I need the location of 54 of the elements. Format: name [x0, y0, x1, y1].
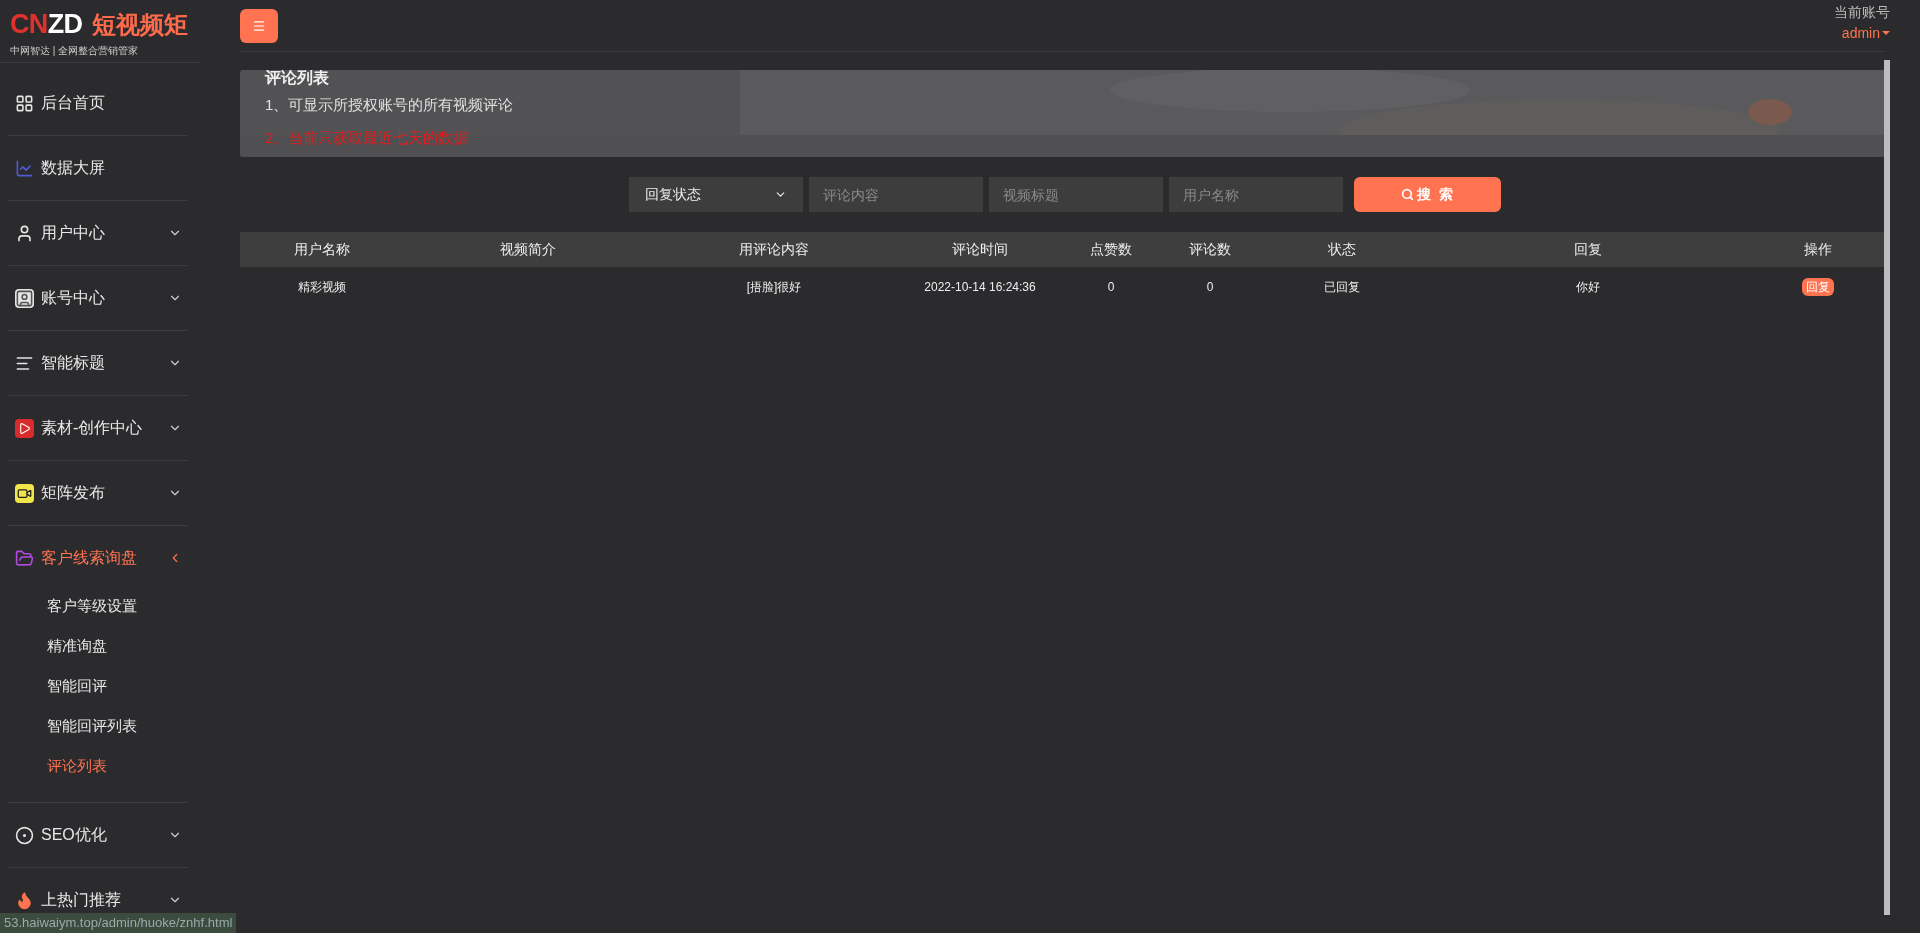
submenu-item[interactable]: 精准询盘 [8, 626, 188, 666]
grid-icon [15, 93, 34, 113]
column-header: 用户名称 [294, 240, 350, 259]
status-select[interactable]: 回复状态 [628, 177, 803, 212]
video-camera-icon [15, 483, 34, 503]
search-field[interactable]: 评论内容 [808, 177, 983, 212]
logo-mark: CNZD [10, 11, 83, 38]
table-cell-text: 已回复 [1324, 278, 1360, 296]
menu-button[interactable] [240, 8, 278, 43]
folder-icon [15, 548, 34, 568]
sidebar-item[interactable]: 用户中心 [8, 201, 188, 265]
submenu-item[interactable]: 智能回评 [8, 666, 188, 706]
circle-icon [15, 825, 34, 845]
sidebar-item[interactable]: 矩阵发布 [8, 461, 188, 525]
play-icon [15, 418, 34, 438]
status-url-tooltip: 53.haiwaiym.top/admin/huoke/znhf.html [0, 913, 237, 933]
column-header: 视频简介 [500, 240, 556, 259]
search-icon [1401, 188, 1415, 201]
column-header: 状态 [1328, 240, 1356, 259]
submenu-item[interactable]: 评论列表 [8, 746, 188, 786]
table-cell-text: 2022-10-14 16:24:36 [924, 278, 1036, 296]
account-label: 当前账号 [1834, 2, 1890, 22]
logo-title: 短视频矩 [92, 9, 189, 40]
column-header: 用评论内容 [739, 240, 809, 259]
sidebar-item[interactable]: 数据大屏 [8, 136, 188, 200]
search-field[interactable]: 视频标题 [988, 177, 1163, 212]
submenu-item[interactable]: 智能回评列表 [8, 706, 188, 746]
flame-icon [15, 890, 34, 910]
table-cell-text: 0 [1206, 278, 1214, 296]
notice-line: 2、当前只获取最近七天的数据 [265, 128, 470, 148]
chart-icon [15, 158, 34, 178]
sidebar-item[interactable]: 智能标题 [8, 331, 188, 395]
account-menu[interactable]: admin [1841, 22, 1890, 44]
logo-tagline: 中网智达 | 全网整合营销管家 [10, 44, 140, 56]
column-header: 评论时间 [952, 240, 1008, 259]
caret-icon [1882, 31, 1890, 35]
notice-line: 1、可显示所授权账号的所有视频评论 [265, 95, 515, 115]
table-cell-text: 精彩视频 [298, 278, 346, 296]
id-card-icon [15, 288, 34, 308]
column-header: 点赞数 [1090, 240, 1132, 259]
user-icon [15, 223, 34, 243]
menu-icon [252, 18, 266, 33]
sidebar-item[interactable]: 后台首页 [8, 71, 188, 135]
table-cell-text: 你好 [1576, 278, 1600, 296]
search-field[interactable]: 用户名称 [1168, 177, 1343, 212]
notice-title: 评论列表 [265, 70, 330, 88]
sidebar-item[interactable]: 账号中心 [8, 266, 188, 330]
table-cell-text: 0 [1107, 278, 1115, 296]
column-header: 评论数 [1189, 240, 1231, 259]
sidebar-item[interactable]: SEO优化 [8, 803, 188, 867]
table-cell-text: [捂脸]很好 [746, 278, 802, 296]
column-header: 回复 [1574, 240, 1602, 259]
sidebar-item[interactable]: 素材-创作中心 [8, 396, 188, 460]
column-header: 操作 [1804, 240, 1832, 259]
